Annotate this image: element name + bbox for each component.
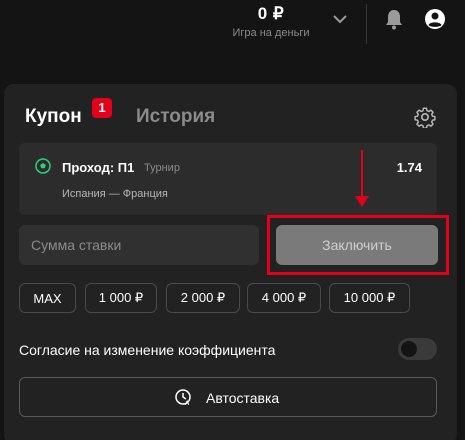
annotation-arrow-head xyxy=(355,196,369,207)
quick-amount-max[interactable]: MAX xyxy=(19,283,76,313)
bell-icon[interactable] xyxy=(384,8,404,30)
balance-widget[interactable]: 0 ₽ Игра на деньги xyxy=(218,2,324,39)
bet-match: Испания — Франция xyxy=(62,188,168,200)
gear-icon[interactable] xyxy=(414,106,436,128)
divider xyxy=(366,4,367,44)
place-bet-button[interactable]: Заключить xyxy=(276,225,438,265)
quick-amount-1000[interactable]: 1 000 ₽ xyxy=(85,283,157,313)
quick-amount-2000[interactable]: 2 000 ₽ xyxy=(166,283,240,313)
odds-change-consent-label: Согласие на изменение коэффициента xyxy=(19,342,276,358)
odds-change-consent-toggle[interactable] xyxy=(398,338,437,360)
tab-coupon[interactable]: Купон xyxy=(25,106,82,128)
bet-type-tag: Турнир xyxy=(144,162,180,174)
autostake-label: Автоставка xyxy=(206,390,280,406)
coupon-count-badge: 1 xyxy=(92,98,112,118)
quick-amount-10000[interactable]: 10 000 ₽ xyxy=(329,283,410,313)
top-bar: 0 ₽ Игра на деньги xyxy=(0,0,465,68)
soccer-ball-icon xyxy=(35,158,51,174)
bet-outcome: Проход: П1 xyxy=(62,160,135,175)
annotation-arrow-shaft xyxy=(361,150,363,200)
bet-card xyxy=(19,143,437,215)
toggle-knob xyxy=(401,341,417,357)
balance-label: Игра на деньги xyxy=(232,27,310,39)
balance-amount: 0 ₽ xyxy=(257,4,285,23)
tab-history[interactable]: История xyxy=(136,106,215,128)
auto-clock-icon: A xyxy=(175,389,191,406)
svg-text:A: A xyxy=(185,401,190,406)
quick-amount-4000[interactable]: 4 000 ₽ xyxy=(247,283,321,313)
bet-odds: 1.74 xyxy=(396,160,422,175)
stake-amount-input[interactable] xyxy=(19,225,259,265)
chevron-down-icon[interactable] xyxy=(330,10,350,28)
user-icon[interactable] xyxy=(424,8,446,30)
